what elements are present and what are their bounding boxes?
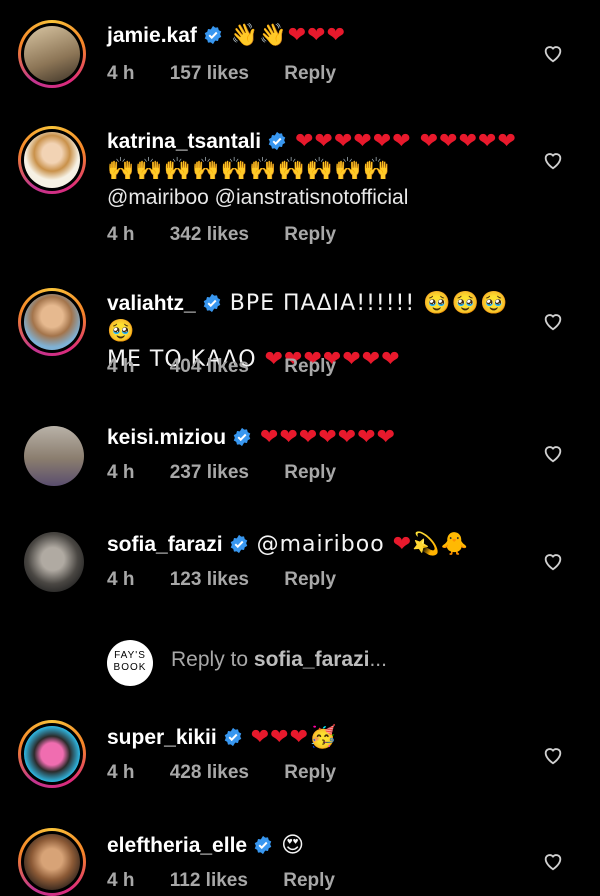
comment-username[interactable]: eleftheria_elle xyxy=(107,834,247,857)
reply-button[interactable]: Reply xyxy=(284,63,336,84)
comment-mentions[interactable]: @mairiboo @ianstratisnotofficial xyxy=(107,186,408,209)
comment-item: katrina_tsantali ❤❤❤❤❤❤ ❤❤❤❤❤ 🙌🙌🙌🙌🙌🙌🙌🙌🙌🙌 … xyxy=(0,110,600,270)
heart-outline-icon[interactable] xyxy=(542,550,564,572)
comment-meta: 4 h 123 likes Reply xyxy=(107,569,366,591)
comment-username[interactable]: katrina_tsantali xyxy=(107,130,261,153)
heart-outline-icon[interactable] xyxy=(542,42,564,64)
avatar[interactable] xyxy=(24,294,80,350)
reply-composer[interactable]: FAY'S BOOK Reply to sofia_farazi... xyxy=(107,640,547,686)
avatar[interactable] xyxy=(24,532,84,592)
comment-item: valiahtz_ ΒΡΕ ΠΑΔΙΑ!!!!!! 🥹🥹🥹🥹 ΜΕ ΤΟ ΚΑΛΟ… xyxy=(0,270,600,400)
comment-meta: 4 h 112 likes Reply xyxy=(107,870,365,892)
verified-badge-icon xyxy=(230,534,247,554)
comment-time: 4 h xyxy=(107,569,135,590)
verified-badge-icon xyxy=(233,427,251,447)
heart-outline-icon[interactable] xyxy=(542,850,564,872)
comment-username[interactable]: valiahtz_ xyxy=(107,292,196,315)
avatar[interactable] xyxy=(24,26,80,82)
heart-outline-icon[interactable] xyxy=(542,310,564,332)
comment-item: super_kikii ❤❤❤🥳 4 h 428 likes Reply xyxy=(0,700,600,810)
comment-username[interactable]: super_kikii xyxy=(107,726,217,749)
comment-meta: 4 h 404 likes Reply xyxy=(107,356,366,378)
comment-time: 4 h xyxy=(107,63,135,84)
reply-button[interactable]: Reply xyxy=(284,762,336,783)
comment-time: 4 h xyxy=(107,462,135,483)
comment-username[interactable]: jamie.kaf xyxy=(107,24,197,47)
current-user-avatar: FAY'S BOOK xyxy=(107,640,153,686)
avatar[interactable] xyxy=(24,834,80,890)
reply-placeholder-prefix: Reply to xyxy=(171,648,249,671)
reply-button[interactable]: Reply xyxy=(284,462,336,483)
comment-meta: 4 h 157 likes Reply xyxy=(107,63,366,85)
verified-badge-icon xyxy=(254,835,272,855)
comment-item: keisi.miziou ❤❤❤❤❤❤❤ 4 h 237 likes Reply xyxy=(0,400,600,510)
reply-button[interactable]: Reply xyxy=(284,569,336,590)
comment-time: 4 h xyxy=(107,762,135,783)
comment-text: 👋👋❤❤❤ xyxy=(230,23,347,48)
comment-meta: 4 h 237 likes Reply xyxy=(107,462,366,484)
comment-item: sofia_farazi @mairiboo ❤💫🐥 4 h 123 likes … xyxy=(0,510,600,620)
comment-username[interactable]: sofia_farazi xyxy=(107,533,223,556)
reply-button[interactable]: Reply xyxy=(284,356,336,377)
comment-likes[interactable]: 157 likes xyxy=(170,63,249,84)
reply-button[interactable]: Reply xyxy=(283,870,335,891)
verified-badge-icon xyxy=(224,727,241,747)
reply-input[interactable]: Reply to sofia_farazi... xyxy=(171,648,387,672)
comment-item: jamie.kaf 👋👋❤❤❤ 4 h 157 likes Reply xyxy=(0,0,600,110)
heart-outline-icon[interactable] xyxy=(542,744,564,766)
verified-badge-icon xyxy=(203,293,220,313)
reply-placeholder-user: sofia_farazi xyxy=(253,648,370,671)
comment-item: eleftheria_elle 😍 4 h 112 likes Reply xyxy=(0,810,600,896)
verified-badge-icon xyxy=(204,25,222,45)
comment-time: 4 h xyxy=(107,224,135,245)
comment-likes[interactable]: 123 likes xyxy=(170,569,249,590)
comment-likes[interactable]: 404 likes xyxy=(170,356,249,377)
comment-time: 4 h xyxy=(107,356,135,377)
comment-meta: 4 h 342 likes Reply xyxy=(107,224,366,246)
comment-text: ❤❤❤❤❤❤❤ xyxy=(260,425,397,450)
comment-text: 😍 xyxy=(281,833,306,858)
comment-text: ❤❤❤🥳 xyxy=(250,725,338,750)
reply-placeholder-suffix: ... xyxy=(369,648,387,671)
comment-text: @mairiboo ❤💫🐥 xyxy=(256,532,469,557)
comment-time: 4 h xyxy=(107,870,135,891)
avatar[interactable] xyxy=(24,426,84,486)
comment-likes[interactable]: 428 likes xyxy=(170,762,249,783)
comment-likes[interactable]: 112 likes xyxy=(170,870,248,891)
heart-outline-icon[interactable] xyxy=(542,442,564,464)
comment-likes[interactable]: 342 likes xyxy=(170,224,249,245)
heart-outline-icon[interactable] xyxy=(542,149,564,171)
comment-username[interactable]: keisi.miziou xyxy=(107,426,226,449)
avatar[interactable] xyxy=(24,132,80,188)
verified-badge-icon xyxy=(268,131,286,151)
comment-likes[interactable]: 237 likes xyxy=(170,462,249,483)
comment-meta: 4 h 428 likes Reply xyxy=(107,762,366,784)
reply-button[interactable]: Reply xyxy=(284,224,336,245)
avatar[interactable] xyxy=(24,726,80,782)
